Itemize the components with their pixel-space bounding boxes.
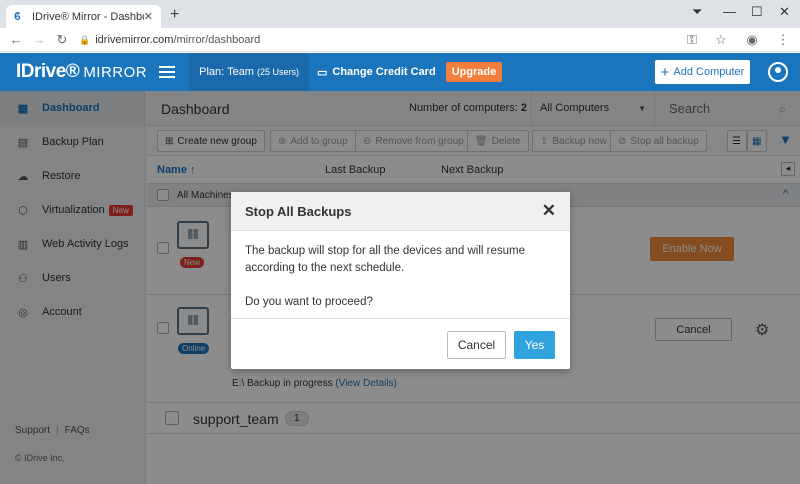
forward-icon[interactable]: → (32, 32, 46, 47)
minimize-icon[interactable]: — (723, 4, 736, 19)
reload-icon[interactable]: ↻ (55, 32, 69, 48)
maximize-icon[interactable]: ☐ (751, 4, 763, 20)
idrive-favicon-icon: ϐ (14, 10, 21, 23)
tab-close-icon[interactable]: ✕ (144, 10, 153, 23)
tab-title: IDrive® Mirror - Dashboard (32, 10, 144, 23)
new-tab-icon[interactable]: + (170, 6, 179, 24)
close-icon[interactable]: ✕ (542, 201, 556, 221)
dialog-title: Stop All Backups (245, 204, 352, 219)
yes-button[interactable]: Yes (514, 331, 555, 359)
back-icon[interactable]: ← (9, 32, 23, 47)
star-icon[interactable]: ☆ (714, 32, 728, 48)
dialog-header: Stop All Backups ✕ (231, 192, 570, 231)
url-field[interactable]: 🔒 idrivemirror.com/mirror/dashboard (79, 34, 676, 46)
address-bar: ← → ↻ 🔒 idrivemirror.com/mirror/dashboard… (0, 28, 800, 52)
lock-icon: 🔒 (79, 34, 91, 45)
url-path: /mirror/dashboard (173, 33, 261, 46)
menu-kebab-icon[interactable]: ⋮ (776, 32, 790, 48)
profile-dropdown-icon[interactable]: ⏷ (692, 4, 702, 20)
url-host: idrivemirror.com (95, 33, 174, 46)
change-credit-card-link[interactable]: ▭ Change Credit Card (317, 66, 436, 79)
account-avatar-icon[interactable]: ◉ (745, 32, 759, 48)
dialog-message: The backup will stop for all the devices… (245, 245, 525, 274)
plan-info: Plan: Team (25 Users) (189, 53, 309, 91)
user-profile-icon[interactable] (768, 62, 788, 82)
hamburger-menu-icon[interactable] (159, 63, 176, 81)
dialog-body: The backup will stop for all the devices… (231, 231, 570, 319)
browser-tab[interactable]: ϐ IDrive® Mirror - Dashboard ✕ (6, 5, 161, 28)
add-computer-button[interactable]: + Add Computer (655, 60, 750, 84)
key-icon[interactable]: ⚿ (685, 32, 699, 48)
dialog-question: Do you want to proceed? (245, 296, 373, 308)
window-close-icon[interactable]: ✕ (779, 4, 790, 20)
idrive-mirror-logo[interactable]: IDrive® MIRROR (16, 61, 147, 83)
app-header: IDrive® MIRROR Plan: Team (25 Users) ▭ Chan… (0, 53, 800, 91)
credit-card-icon: ▭ (316, 66, 328, 79)
plus-icon: + (660, 63, 670, 81)
cancel-button[interactable]: Cancel (447, 331, 506, 359)
stop-all-backups-dialog: Stop All Backups ✕ The backup will stop … (231, 192, 570, 369)
upgrade-button[interactable]: Upgrade (445, 62, 503, 82)
